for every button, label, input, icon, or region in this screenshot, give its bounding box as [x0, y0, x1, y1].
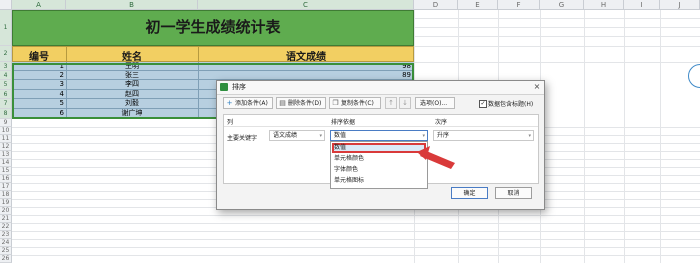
dropdown-option-font-color[interactable]: 字体颜色 — [334, 165, 358, 174]
dropdown-option-value[interactable]: 数值 — [334, 143, 346, 152]
row-header-9[interactable]: 9 — [0, 119, 12, 127]
column-header-a[interactable]: A — [12, 0, 66, 10]
dialog-title: 排序 — [232, 83, 246, 91]
column-col-header: 列 — [227, 119, 234, 126]
dropdown-highlight — [332, 143, 426, 153]
order-select[interactable]: 升序 ▾ — [433, 130, 534, 141]
gridline — [584, 10, 585, 263]
column-select-value: 语文成绩 — [273, 132, 298, 139]
row-header-24[interactable]: 24 — [0, 239, 12, 247]
has-header-checkbox[interactable]: ✓ — [479, 100, 487, 108]
row-header-5[interactable]: 5 — [0, 80, 12, 90]
gridline — [12, 215, 700, 216]
sort-on-dropdown: 数值 单元格颜色 字体颜色 单元格图标 — [330, 141, 428, 189]
cell-name: 谢广坤 — [121, 109, 143, 117]
dropdown-option-cell-icon[interactable]: 单元格图标 — [334, 176, 364, 185]
row-header-14[interactable]: 14 — [0, 159, 12, 167]
row-header-15[interactable]: 15 — [0, 167, 12, 175]
select-all-corner[interactable] — [0, 0, 12, 10]
row-header-16[interactable]: 16 — [0, 175, 12, 183]
copy-condition-button[interactable]: ❐ 复制条件(C) — [329, 97, 381, 109]
gridline — [414, 36, 700, 37]
column-header-f[interactable]: F — [498, 0, 540, 10]
delete-condition-button[interactable]: ▤ 删除条件(D) — [276, 97, 326, 109]
column-header-h[interactable]: H — [584, 0, 624, 10]
gridline — [414, 18, 700, 19]
row-header-21[interactable]: 21 — [0, 215, 12, 223]
row-header-19[interactable]: 19 — [0, 199, 12, 207]
sort-on-col-header: 排序依据 — [331, 119, 356, 126]
row-header-22[interactable]: 22 — [0, 223, 12, 231]
gridline — [414, 62, 700, 63]
row-header-20[interactable]: 20 — [0, 207, 12, 215]
chevron-down-icon: ▾ — [319, 133, 322, 139]
sort-dialog: 排序 × + 添加条件(A) ▤ 删除条件(D) ❐ 复制条件(C) ↑ ↓ 选… — [216, 80, 545, 210]
row-header-26[interactable]: 26 — [0, 255, 12, 263]
sort-on-select[interactable]: 数值 ▾ — [330, 130, 428, 141]
row-header-11[interactable]: 11 — [0, 135, 12, 143]
plus-icon: + — [226, 99, 233, 107]
row-header-13[interactable]: 13 — [0, 151, 12, 159]
list-header-separator — [224, 126, 538, 127]
add-condition-button[interactable]: + 添加条件(A) — [223, 97, 273, 109]
column-header-j[interactable]: J — [660, 0, 700, 10]
row-header-10[interactable]: 10 — [0, 127, 12, 135]
sort-icon — [220, 83, 228, 91]
copy-condition-label: 复制条件(C) — [341, 100, 374, 107]
dialog-titlebar[interactable] — [217, 81, 544, 95]
gridline — [414, 46, 700, 47]
delete-icon: ▤ — [279, 99, 286, 107]
row-header-23[interactable]: 23 — [0, 231, 12, 239]
floating-circle-button[interactable] — [688, 64, 700, 88]
order-col-header: 次序 — [435, 119, 448, 126]
gridline — [624, 10, 625, 263]
primary-key-label: 主要关键字 — [227, 135, 258, 142]
order-select-value: 升序 — [437, 132, 450, 139]
column-header-b[interactable]: B — [66, 0, 198, 10]
row-header-7[interactable]: 7 — [0, 99, 12, 109]
chevron-down-icon: ▾ — [528, 133, 531, 139]
row-header-3[interactable]: 3 — [0, 62, 12, 71]
column-header-g[interactable]: G — [540, 0, 584, 10]
row-header-8[interactable]: 8 — [0, 109, 12, 119]
has-header-label: 数据包含标题(H) — [488, 101, 534, 108]
row-header-25[interactable]: 25 — [0, 247, 12, 255]
ok-button[interactable]: 确定 — [451, 187, 488, 199]
gridline — [12, 223, 700, 224]
delete-condition-label: 删除条件(D) — [288, 100, 322, 107]
gridline — [12, 247, 700, 248]
column-header-i[interactable]: I — [624, 0, 660, 10]
gridline — [414, 27, 700, 28]
cancel-button[interactable]: 取消 — [495, 187, 532, 199]
cell-id: 6 — [59, 109, 64, 117]
add-condition-label: 添加条件(A) — [235, 100, 268, 107]
row-header-2[interactable]: 2 — [0, 46, 12, 62]
copy-icon: ❐ — [332, 99, 339, 107]
row-header-18[interactable]: 18 — [0, 191, 12, 199]
dropdown-option-cell-color[interactable]: 单元格颜色 — [334, 154, 364, 163]
row-header-17[interactable]: 17 — [0, 183, 12, 191]
move-down-button[interactable]: ↓ — [399, 97, 411, 109]
column-select[interactable]: 语文成绩 ▾ — [269, 130, 325, 141]
row-header-4[interactable]: 4 — [0, 71, 12, 80]
gridline — [12, 231, 700, 232]
row-header-1[interactable]: 1 — [0, 10, 12, 46]
options-button[interactable]: 选项(O)... — [415, 97, 455, 109]
column-header-d[interactable]: D — [414, 0, 458, 10]
gridline — [660, 10, 661, 263]
gridline — [12, 255, 700, 256]
chevron-down-icon: ▾ — [422, 133, 425, 139]
row-header-6[interactable]: 6 — [0, 90, 12, 99]
column-header-c[interactable]: C — [198, 0, 414, 10]
gridline — [12, 239, 700, 240]
column-header-e[interactable]: E — [458, 0, 498, 10]
table-title: 初一学生成绩统计表 — [145, 18, 281, 36]
close-button[interactable]: × — [532, 82, 542, 92]
row-header-12[interactable]: 12 — [0, 143, 12, 151]
move-up-button[interactable]: ↑ — [385, 97, 397, 109]
sort-on-select-value: 数值 — [334, 132, 347, 139]
